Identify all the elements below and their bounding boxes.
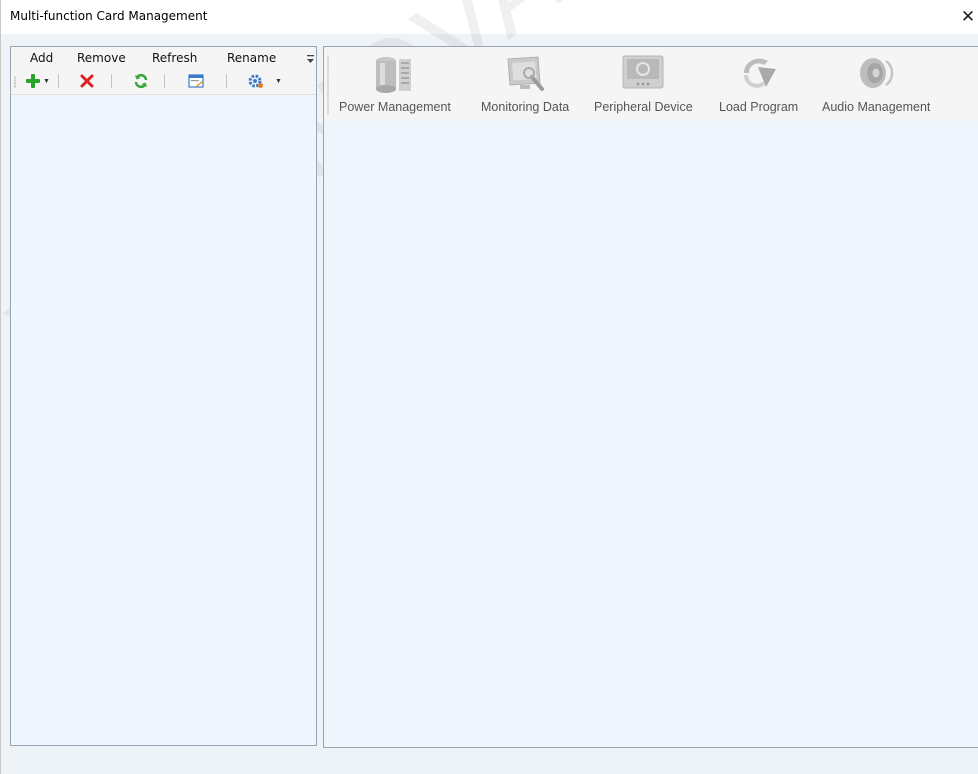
add-button[interactable]: ▼ [25,72,50,90]
toolstrip-grip[interactable] [14,76,16,88]
load-program-button[interactable]: Load Program [719,47,798,121]
refresh-icon [134,73,148,89]
audio-management-button[interactable]: Audio Management [822,47,930,121]
chevron-down-icon: ▼ [275,77,282,85]
chevron-down-icon: ▼ [43,77,50,85]
audio-management-icon [853,53,899,95]
card-detail-panel: Power Management Monitoring Data Periphe… [323,46,978,748]
monitoring-data-button[interactable]: Monitoring Data [481,47,569,121]
power-management-button[interactable]: Power Management [339,47,451,121]
rename-icon [188,74,204,88]
monitoring-data-icon [502,53,548,95]
refresh-button[interactable] [133,72,149,90]
power-management-label: Power Management [339,100,451,114]
peripheral-device-label: Peripheral Device [594,100,693,114]
menu-bar: Add Remove Refresh Rename [11,47,316,68]
window-title: Multi-function Card Management [10,9,208,23]
power-management-icon [372,53,418,95]
overflow-chevron-icon[interactable] [307,53,314,65]
peripheral-device-icon [620,53,666,95]
delete-button[interactable] [80,72,94,90]
title-bar: Multi-function Card Management ✕ [1,0,978,34]
load-program-icon [736,53,782,95]
delete-icon [80,74,94,88]
peripheral-device-button[interactable]: Peripheral Device [594,47,693,121]
close-icon[interactable]: ✕ [957,5,978,29]
toolbar-divider [164,74,165,88]
add-icon [26,74,40,88]
card-tree-view[interactable] [11,95,316,745]
app-window: Multi-function Card Management ✕ XI'AN N… [0,0,978,774]
settings-button[interactable]: ▼ [247,72,282,90]
toolbar-grip[interactable] [327,55,329,115]
card-list-panel: Add Remove Refresh Rename ▼ ▼ [10,46,317,746]
menu-rename[interactable]: Rename [227,51,276,65]
load-program-label: Load Program [719,100,799,114]
function-toolbar: Power Management Monitoring Data Periphe… [324,47,978,121]
toolbar-divider [226,74,227,88]
toolbar-divider [111,74,112,88]
menu-add[interactable]: Add [30,51,53,65]
menu-refresh[interactable]: Refresh [152,51,197,65]
monitoring-data-label: Monitoring Data [481,100,570,114]
toolbar-divider [58,74,59,88]
menu-remove[interactable]: Remove [77,51,126,65]
client-area: XI'AN NOVASTAR Add Remove Refresh Rename [0,0,978,774]
left-toolstrip: ▼ ▼ [11,68,316,95]
rename-button[interactable] [188,72,204,90]
audio-management-label: Audio Management [822,100,931,114]
settings-icon [248,74,263,88]
detail-content-area [324,121,978,747]
